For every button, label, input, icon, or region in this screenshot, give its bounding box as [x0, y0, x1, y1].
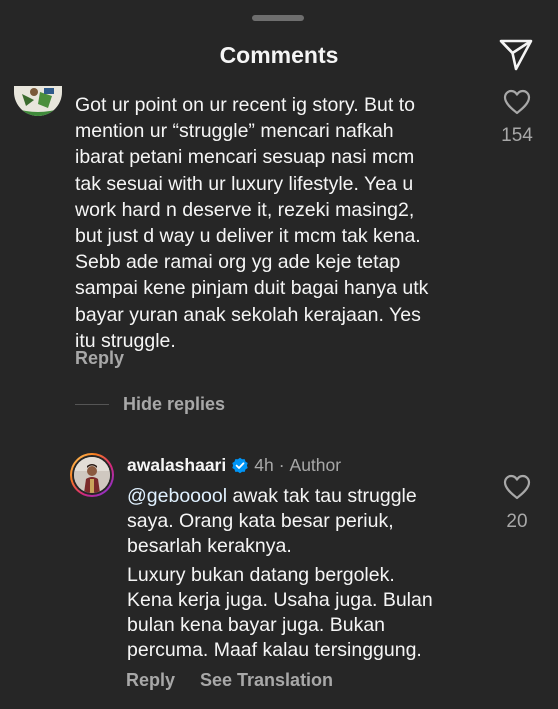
username[interactable]: awalashaari: [127, 455, 226, 476]
timestamp: 4h: [254, 455, 274, 475]
hide-replies-button[interactable]: Hide replies: [123, 394, 225, 415]
paper-plane-icon[interactable]: [498, 38, 534, 72]
reply-button[interactable]: Reply: [75, 348, 124, 369]
drag-handle[interactable]: [252, 15, 304, 21]
author-badge: Author: [289, 455, 342, 475]
reply-text-paragraph-2: Luxury bukan datang bergolek. Kena kerja…: [127, 564, 433, 661]
heart-icon[interactable]: [503, 89, 531, 115]
see-translation-button[interactable]: See Translation: [200, 670, 333, 691]
author-avatar[interactable]: [70, 453, 114, 497]
reply-button[interactable]: Reply: [126, 670, 175, 691]
mention-link[interactable]: @gebooool: [127, 485, 227, 507]
avatar[interactable]: [14, 86, 62, 116]
verified-badge-icon: [231, 457, 249, 475]
divider: [75, 404, 109, 405]
like-count: 154: [501, 125, 533, 146]
heart-icon[interactable]: [503, 474, 531, 500]
comment-text: Got ur point on ur recent ig story. But …: [75, 94, 429, 352]
like-count: 20: [506, 511, 528, 532]
separator: ·: [278, 455, 285, 475]
comments-sheet: Comments Got ur point on ur recent ig st…: [0, 0, 558, 709]
reply-meta: awalashaari 4h · Author: [127, 455, 341, 476]
reply-text-paragraph: @gebooool awak tak tau struggle saya. Or…: [127, 484, 487, 559]
page-title: Comments: [219, 42, 339, 68]
